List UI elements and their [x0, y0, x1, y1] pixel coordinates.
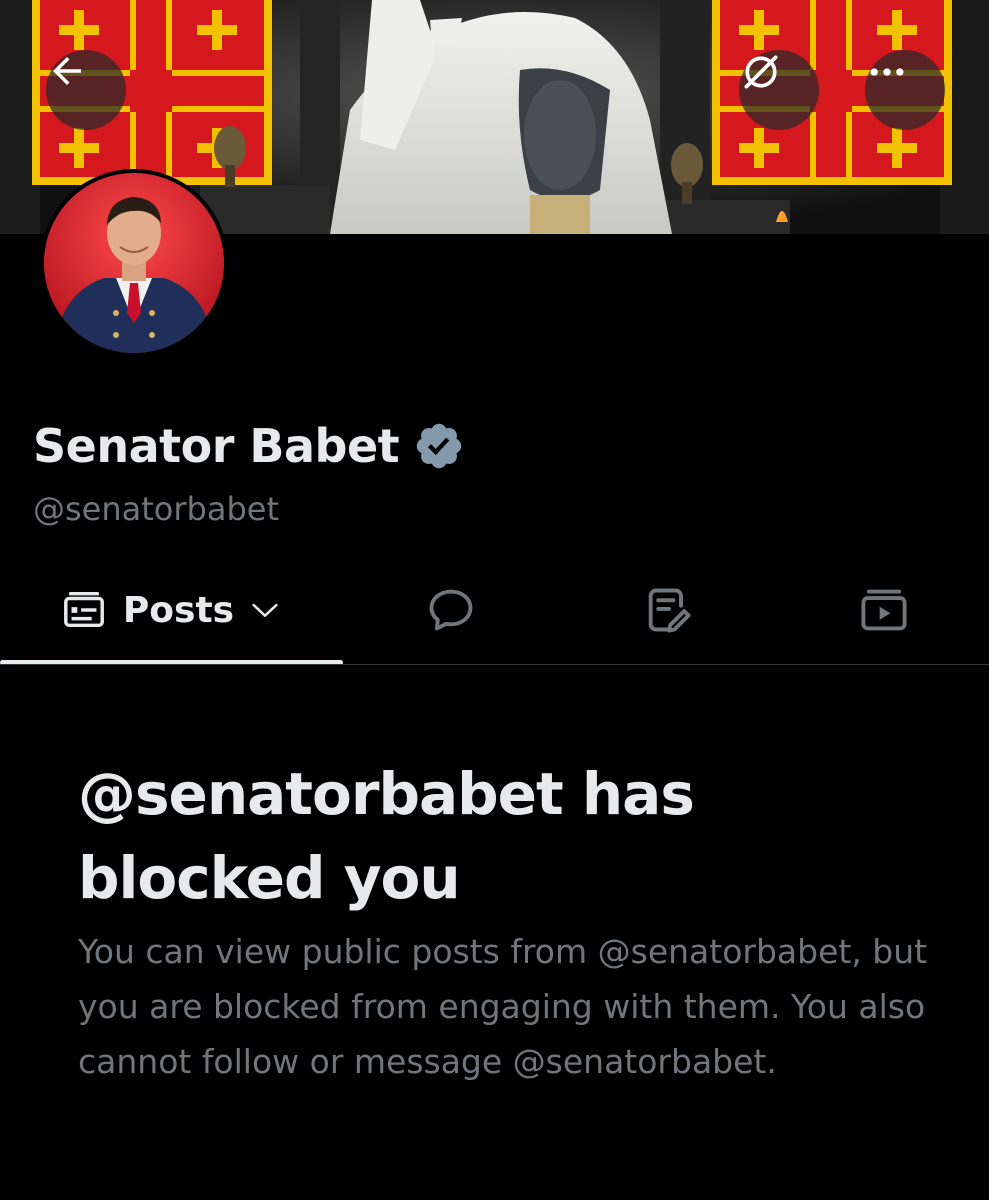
- blocked-description: You can view public posts from @senatorb…: [78, 932, 928, 1081]
- reply-bubble-icon: [429, 589, 472, 631]
- tab-posts-label: Posts: [122, 589, 235, 631]
- display-name-row: Senator Babet: [33, 414, 465, 478]
- blocked-title: @senatorbabet has blocked you: [78, 760, 695, 912]
- back-button[interactable]: [46, 50, 126, 130]
- avatar[interactable]: [40, 169, 228, 357]
- tab-media[interactable]: [778, 560, 989, 660]
- avatar-image: [44, 173, 224, 353]
- posts-list-icon: [63, 591, 104, 628]
- tabs-divider: [0, 664, 989, 665]
- tab-posts[interactable]: Posts: [0, 560, 343, 660]
- more-horizontal-icon: [870, 68, 904, 76]
- user-handle: @senatorbabet: [33, 490, 279, 528]
- article-edit-icon: [648, 588, 691, 633]
- eye-off-icon: [744, 55, 778, 89]
- arrow-left-icon: [53, 57, 81, 85]
- display-name: Senator Babet: [33, 419, 400, 473]
- tab-replies[interactable]: [343, 560, 558, 660]
- media-play-icon: [860, 589, 907, 631]
- verified-badge-icon[interactable]: [413, 420, 465, 472]
- hidden-status-button[interactable]: [739, 50, 819, 130]
- profile-tabs: Posts: [0, 560, 989, 666]
- chevron-down-icon[interactable]: [248, 593, 282, 627]
- tab-articles[interactable]: [558, 560, 778, 660]
- more-options-button[interactable]: [865, 50, 945, 130]
